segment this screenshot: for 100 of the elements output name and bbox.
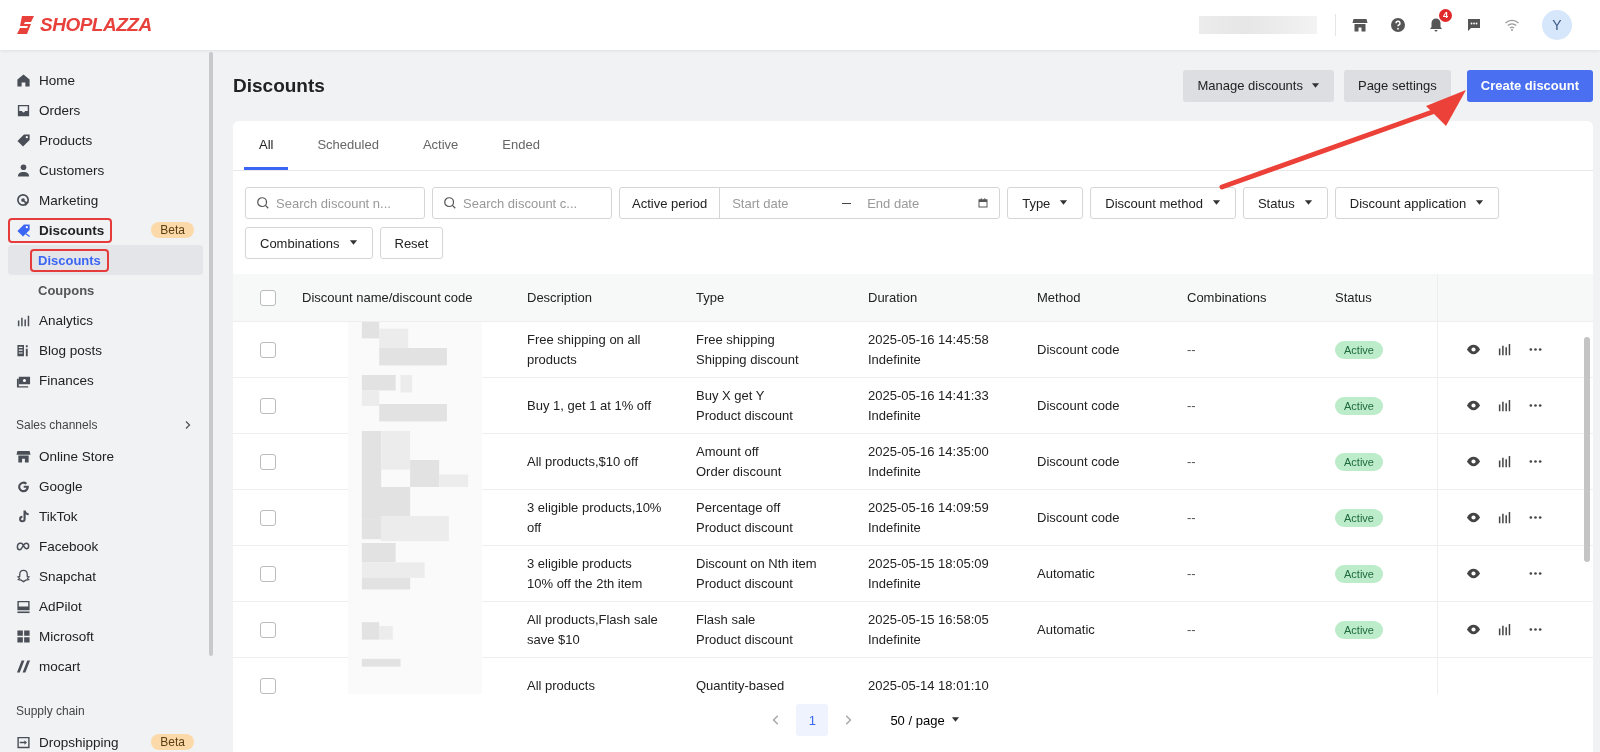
checkbox[interactable] [259,677,276,694]
bar-chart-icon[interactable] [1497,398,1512,413]
sidebar-item[interactable]: Discounts [8,217,113,243]
sidebar-item[interactable]: Marketing [8,187,107,213]
table-cell-text: Discount code [1037,508,1121,527]
reset-button[interactable]: Reset [379,227,444,259]
table-cell-text: All products,Flash sale [527,610,659,629]
table-cell-text: 2025-05-16 14:45:58 [868,330,990,349]
bar-chart-icon[interactable] [1497,510,1512,525]
column-header: Combinations [1187,290,1268,305]
scrollbar[interactable] [209,52,213,656]
help-icon[interactable] [1390,17,1406,33]
eye-icon[interactable] [1466,398,1481,413]
sidebar-item[interactable]: Facebook [8,533,107,559]
table-cell-text: 2025-05-16 14:41:33 [868,386,990,405]
sidebar-item[interactable]: TikTok [8,503,86,529]
search-icon [256,196,270,210]
tab[interactable]: All [244,121,289,170]
filter-dropdown[interactable]: Status [1242,187,1328,219]
brand-logo-text[interactable]: SHOPLAZZA [40,14,152,36]
bar-chart-icon[interactable] [1497,622,1512,637]
avatar[interactable]: Y [1542,10,1572,40]
filter-dropdown[interactable]: Combinations [245,227,373,259]
checkbox[interactable] [259,621,276,638]
table-cell-text: 3 eligible products,10% [527,498,663,517]
wifi-icon[interactable] [1504,17,1520,33]
checkbox[interactable] [259,453,276,470]
eye-icon[interactable] [1466,622,1481,637]
checkbox[interactable] [259,341,276,358]
sidebar-subitem[interactable]: Discounts [30,248,109,272]
column-header: Status [1335,290,1373,305]
table-cell-text: Automatic [1037,620,1096,639]
page-size-dropdown[interactable]: 50 / page [884,711,966,729]
sidebar-item[interactable]: Blog posts [8,337,111,363]
storefront-icon[interactable] [1352,17,1368,33]
table-cell-text: Indefinite [868,518,922,537]
table-cell-text: All products,$10 off [527,452,640,471]
caret-icon [1059,200,1069,206]
end-date-field[interactable]: End date [865,194,970,212]
checkbox[interactable] [259,509,276,526]
ghost-icon [16,568,31,584]
filter-dropdown[interactable]: Type [1007,187,1084,219]
table-cell-text: 2025-05-14 18:01:10 [868,676,990,694]
scrollbar[interactable] [1584,337,1590,562]
chat-icon[interactable] [1466,17,1482,33]
eye-icon[interactable] [1466,342,1481,357]
sidebar-item[interactable]: Home [8,67,83,93]
table-cell-text: Automatic [1037,564,1096,583]
settings-button[interactable]: Page settings [1343,69,1451,102]
sidebar-item[interactable]: Analytics [8,307,102,333]
checkbox[interactable] [259,397,276,414]
tab[interactable]: Ended [487,121,555,170]
sidebar-item[interactable]: Orders [8,97,89,123]
table-cell-text: products [527,350,578,369]
table-cell-text: Indefinite [868,462,922,481]
sidebar-item[interactable]: AdPilot [8,593,90,619]
checkbox[interactable] [259,565,276,582]
eye-icon[interactable] [1466,566,1481,581]
bar-chart-icon[interactable] [1497,342,1512,357]
status-badge: Active [1335,508,1383,527]
notification-badge: 4 [1439,9,1452,22]
sidebar-item[interactable]: Microsoft [8,623,102,649]
sidebar-item[interactable]: Snapchat [8,563,105,589]
grid-icon [16,628,31,644]
table-cell-text: -- [1187,508,1197,527]
create-discount-button[interactable]: Create discount [1466,69,1593,102]
sidebar-subitem[interactable]: Coupons [30,278,103,302]
section-heading: Sales channels [16,418,98,432]
page-number[interactable]: 1 [796,704,829,736]
checkbox[interactable] [259,289,276,306]
sidebar-item[interactable]: mocart [8,653,89,679]
sidebar-item[interactable]: Google [8,473,91,499]
table-cell-text: Discount code [1037,340,1121,359]
bar-chart-icon[interactable] [1497,454,1512,469]
start-date-field[interactable]: Start date [730,194,835,212]
table-cell-text: Indefinite [868,406,922,425]
calendar-icon[interactable] [977,197,990,209]
eye-icon[interactable] [1466,454,1481,469]
tab[interactable]: Active [407,121,474,170]
sidebar-item[interactable]: Customers [8,157,113,183]
table-cell-text: Indefinite [868,574,922,593]
bell-icon[interactable] [1428,17,1444,33]
sidebar-item[interactable]: Online Store [8,443,123,469]
eye-icon[interactable] [1466,510,1481,525]
status-badge: Active [1335,452,1383,471]
search-field[interactable]: Search discount n... [245,187,425,219]
music-note-icon [16,508,31,524]
table-cell-text: -- [1187,452,1197,471]
box-arrow-icon [16,734,31,750]
chevron-right-icon[interactable] [183,420,193,430]
house-icon [16,72,31,88]
filter-dropdown[interactable]: Discount method [1090,187,1236,219]
tab[interactable]: Scheduled [302,121,394,170]
sidebar-item[interactable]: Products [8,127,101,153]
search-field[interactable]: Search discount c... [432,187,612,219]
filter-dropdown[interactable]: Discount application [1334,187,1500,219]
filter-label: Active period [620,188,721,218]
sidebar-item[interactable]: Dropshipping [8,729,127,752]
dropdown-button[interactable]: Manage discounts [1183,69,1334,102]
sidebar-item[interactable]: Finances [8,367,102,393]
